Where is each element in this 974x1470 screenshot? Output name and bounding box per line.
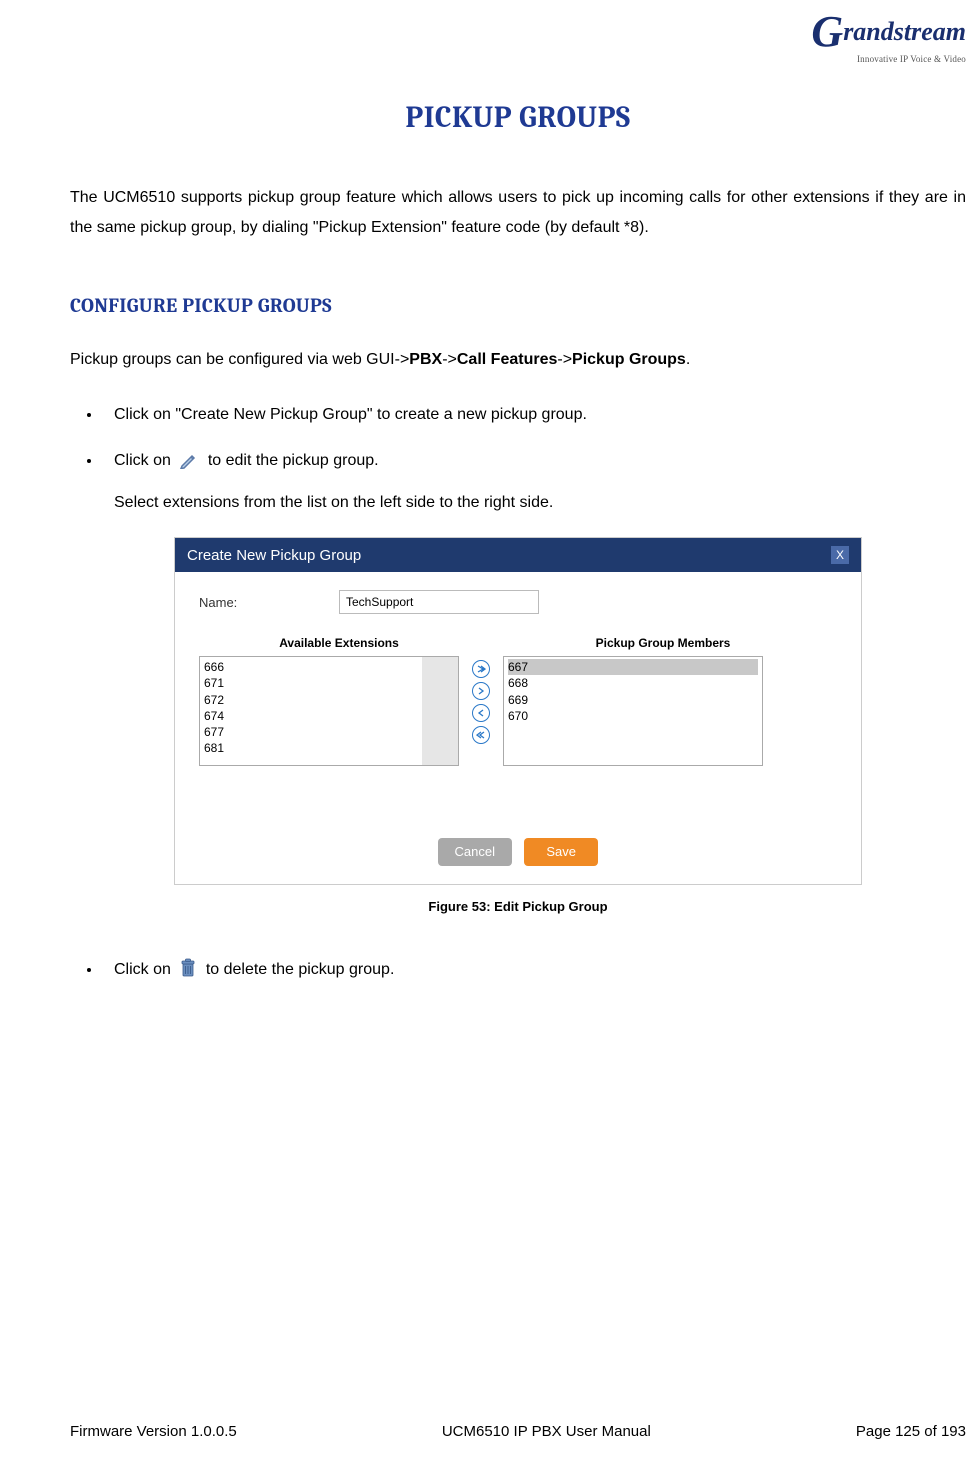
list-item[interactable]: 666 <box>204 659 454 675</box>
dialog-title: Create New Pickup Group <box>187 547 361 564</box>
footer-page: Page 125 of 193 <box>856 1423 966 1440</box>
footer-firmware: Firmware Version 1.0.0.5 <box>70 1423 237 1440</box>
page-title: PICKUP GROUPS <box>70 100 966 135</box>
section-heading: CONFIGURE PICKUP GROUPS <box>70 294 966 317</box>
move-right-button[interactable] <box>472 682 490 700</box>
available-header: Available Extensions <box>199 636 479 650</box>
figure-caption: Figure 53: Edit Pickup Group <box>70 899 966 914</box>
intro-paragraph: The UCM6510 supports pickup group featur… <box>70 183 966 242</box>
list-item[interactable]: 668 <box>508 675 758 691</box>
brand-rest: randstream <box>843 17 966 46</box>
brand-logo: Grandstream Innovative IP Voice & Video <box>811 10 966 64</box>
move-all-right-button[interactable] <box>472 660 490 678</box>
move-left-button[interactable] <box>472 704 490 722</box>
close-button[interactable]: X <box>831 546 849 564</box>
path-pbx: PBX <box>409 351 442 368</box>
path-call-features: Call Features <box>457 351 557 368</box>
members-header: Pickup Group Members <box>523 636 803 650</box>
list-item[interactable]: 677 <box>204 724 454 740</box>
name-input[interactable] <box>339 590 539 614</box>
list-item[interactable]: 669 <box>508 692 758 708</box>
bullet-edit: Click on to edit the pickup group. Selec… <box>102 449 966 515</box>
config-path-sentence: Pickup groups can be configured via web … <box>70 351 966 369</box>
bullet-edit-pre: Click on <box>114 452 171 469</box>
bullet-edit-post: to edit the pickup group. <box>208 452 379 469</box>
list-item[interactable]: 671 <box>204 675 454 691</box>
save-button[interactable]: Save <box>524 838 598 866</box>
move-all-left-button[interactable] <box>472 726 490 744</box>
bullet-delete-post: to delete the pickup group. <box>206 961 395 978</box>
members-listbox[interactable]: 667 668 669 670 <box>503 656 763 766</box>
list-item[interactable]: 672 <box>204 692 454 708</box>
dialog-header: Create New Pickup Group X <box>175 538 861 572</box>
config-pre: Pickup groups can be configured via web … <box>70 351 409 368</box>
brand-g: G <box>811 7 843 56</box>
cancel-button[interactable]: Cancel <box>438 838 512 866</box>
name-label: Name: <box>199 595 339 610</box>
bullet-delete: Click on to delete the pickup group. <box>102 958 966 986</box>
figure-dialog: Create New Pickup Group X Name: Availabl… <box>174 537 862 885</box>
footer-manual: UCM6510 IP PBX User Manual <box>442 1423 651 1440</box>
list-item[interactable]: 674 <box>204 708 454 724</box>
list-item[interactable]: 681 <box>204 740 454 756</box>
bullet-delete-pre: Click on <box>114 961 171 978</box>
available-listbox[interactable]: 666 671 672 674 677 681 <box>199 656 459 766</box>
trash-icon <box>179 958 197 986</box>
pencil-icon <box>179 453 199 477</box>
list-item[interactable]: 667 <box>508 659 758 675</box>
path-pickup-groups: Pickup Groups <box>572 351 686 368</box>
list-item[interactable]: 670 <box>508 708 758 724</box>
page-footer: Firmware Version 1.0.0.5 UCM6510 IP PBX … <box>70 1423 966 1440</box>
bullet-edit-sub: Select extensions from the list on the l… <box>114 491 966 515</box>
bullet-create: Click on "Create New Pickup Group" to cr… <box>102 403 966 427</box>
